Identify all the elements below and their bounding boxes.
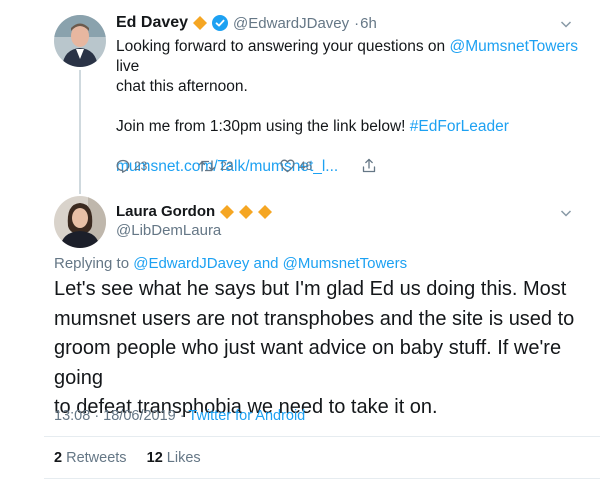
tweet-source-link[interactable]: Twitter for Android [188, 408, 305, 424]
orange-diamond-icon [239, 204, 254, 219]
parent-tweet-line-2: chat this afternoon. [116, 78, 248, 95]
share-icon [362, 158, 376, 173]
parent-tweet-time[interactable]: 6h [360, 15, 377, 32]
parent-text-segment: Looking forward to answering your questi… [116, 38, 450, 55]
main-tweet-body: Let's see what he says but I'm glad Ed u… [54, 275, 594, 423]
orange-diamond-icon [220, 204, 235, 219]
main-author-name[interactable]: Laura Gordon [116, 203, 215, 220]
like-button[interactable]: 46 [280, 159, 362, 173]
retweet-count: 23 [220, 158, 234, 173]
mention-mumsnettowers-link[interactable]: @MumsnetTowers [449, 38, 578, 55]
hashtag-edforleader-link[interactable]: #EdForLeader [410, 118, 509, 135]
like-count: 46 [299, 158, 313, 173]
retweets-label: Retweets [66, 450, 127, 466]
replying-to-mentions-link[interactable]: @EdwardJDavey and @MumsnetTowers [133, 255, 407, 272]
heart-icon [280, 159, 295, 172]
parent-tweet-actions: 23 23 46 [116, 158, 376, 173]
reply-button[interactable]: 23 [116, 159, 198, 173]
share-button[interactable] [362, 158, 376, 173]
parent-text-segment: Join me from 1:30pm using the link below… [116, 118, 410, 135]
parent-tweet-line-1: Looking forward to answering your questi… [116, 37, 586, 77]
main-tweet-line: mumsnet users are not transphobes and th… [54, 307, 575, 330]
main-tweet-line: Let's see what he says but I'm glad Ed u… [54, 278, 567, 300]
chevron-down-icon[interactable] [560, 18, 572, 30]
ed-davey-avatar[interactable] [54, 15, 106, 67]
likes-stat[interactable]: 12 Likes [147, 450, 201, 466]
tweet-stats: 2 Retweets 12 Likes [54, 450, 201, 466]
retweet-total: 2 [54, 450, 63, 466]
thread-connector-line [79, 70, 81, 194]
replying-to-prefix: Replying to [54, 255, 134, 272]
orange-diamond-icon [258, 204, 273, 219]
chevron-down-icon[interactable] [560, 207, 572, 219]
laura-gordon-avatar[interactable] [54, 196, 106, 248]
tweet-timestamp[interactable]: 13:08 · 18/06/2019 [54, 408, 176, 424]
reply-count: 23 [134, 158, 148, 173]
parent-tweet-line-3: Join me from 1:30pm using the link below… [116, 117, 586, 137]
parent-tweet-body: Looking forward to answering your questi… [116, 37, 586, 177]
like-total: 12 [146, 450, 163, 466]
tweet-meta: 13:08 · 18/06/2019 · Twitter for Android [54, 408, 305, 424]
orange-diamond-icon [193, 16, 208, 30]
reply-icon [116, 159, 130, 173]
parent-author-handle[interactable]: @EdwardJDavey [233, 15, 349, 32]
retweet-button[interactable]: 23 [198, 159, 280, 173]
separator-dot: · [354, 14, 360, 32]
main-tweet-header: Laura Gordon [116, 203, 273, 220]
likes-label: Likes [166, 450, 201, 466]
parent-text-segment: live [116, 58, 140, 75]
replying-to-line: Replying to @EdwardJDavey and @MumsnetTo… [54, 255, 407, 272]
retweet-icon [198, 159, 216, 172]
retweets-stat[interactable]: 2 Retweets [54, 450, 131, 466]
verified-badge-icon [212, 15, 229, 31]
stats-divider-top [44, 436, 600, 437]
main-author-handle[interactable]: @LibDemLaura [116, 222, 221, 239]
stats-divider-bottom [44, 478, 600, 479]
parent-tweet-header: Ed Davey @EdwardJDavey · 6h [116, 14, 377, 32]
main-tweet-line: groom people who just want advice on bab… [54, 337, 562, 389]
parent-author-name[interactable]: Ed Davey [116, 14, 188, 32]
